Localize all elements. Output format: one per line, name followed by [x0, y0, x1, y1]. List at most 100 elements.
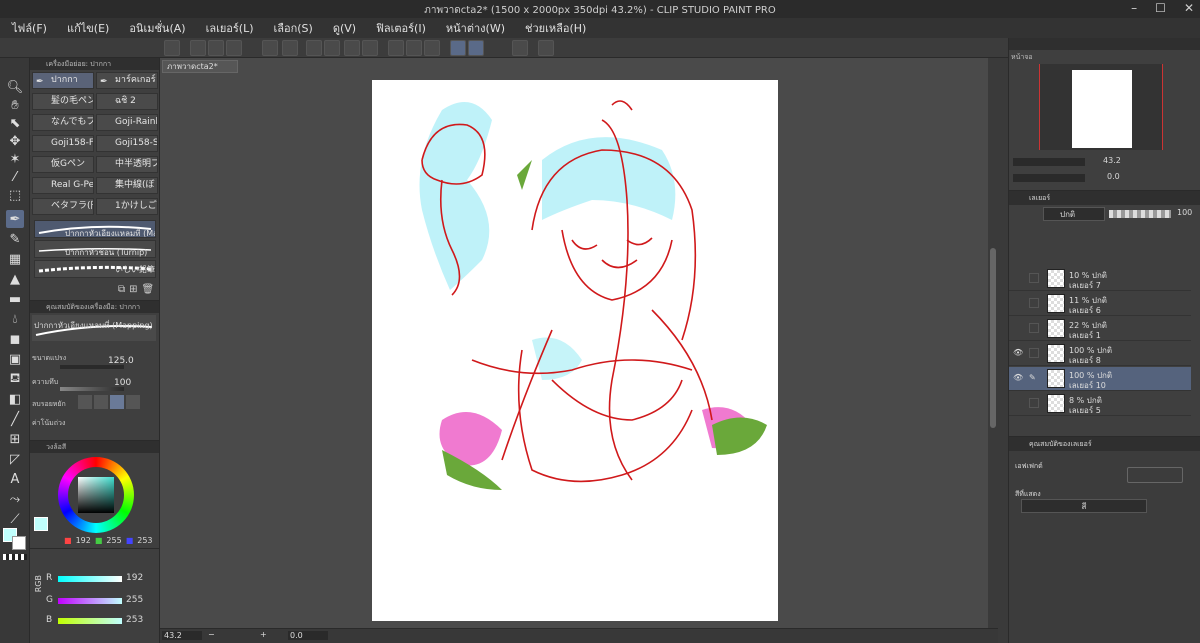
brush-item[interactable]: ฉชิ 2 — [96, 93, 158, 110]
brush-item[interactable]: Goji158-Sh — [96, 135, 158, 152]
gradient-tool-icon[interactable]: ▣ — [6, 350, 24, 368]
add-subtool-icon[interactable]: ⊞ — [129, 284, 137, 295]
fill-tool-icon[interactable]: ◼ — [6, 330, 24, 348]
zoom-out-icon[interactable]: − — [208, 630, 215, 639]
brush-item[interactable]: 1かけしごむ — [96, 198, 158, 215]
bucket-icon[interactable]: ⛾ — [6, 370, 24, 388]
stroke-item[interactable]: ปากกาหัวช้อน (Turnip) — [34, 240, 156, 258]
brush-item[interactable]: 集中線(ぼ — [96, 177, 158, 194]
brush-item[interactable]: Goji-Rainb — [96, 114, 158, 131]
display-color-select[interactable]: สี — [1021, 499, 1147, 513]
pen-tool-icon[interactable]: ✒︎ — [6, 210, 24, 228]
airbrush-icon[interactable]: ▲ — [6, 270, 24, 288]
visibility-eye-icon[interactable]: 👁︎ — [1013, 348, 1025, 358]
move-tool-icon[interactable]: ✥ — [6, 132, 24, 150]
tab-marker[interactable]: ✒ มาร์คเกอร์ — [96, 72, 158, 89]
invert-selection-icon[interactable] — [424, 40, 440, 56]
undo-icon[interactable] — [262, 40, 278, 56]
layer-property-tab[interactable]: คุณสมบัติของเลเยอร์ — [1029, 439, 1092, 450]
layer-row[interactable]: 8 % ปกติ เลเยอร์ 5 — [1009, 392, 1191, 416]
save-icon[interactable] — [226, 40, 242, 56]
new-file-icon[interactable] — [190, 40, 206, 56]
eraser-icon[interactable]: ▬ — [6, 290, 24, 308]
operation-tool-icon[interactable]: ⬉ — [6, 114, 24, 132]
scroll-thumb[interactable] — [990, 248, 996, 428]
magic-wand-icon[interactable]: ✶ — [6, 150, 24, 168]
g-slider[interactable] — [58, 598, 122, 604]
rotation-field[interactable]: 0.0 — [288, 631, 328, 640]
menu-select[interactable]: เลือก(S) — [274, 19, 313, 37]
smartphone-icon[interactable] — [512, 40, 528, 56]
layer-row[interactable]: 22 % ปกติ เลเยอร์ 1 — [1009, 317, 1191, 341]
brush-item[interactable]: 中半透明ブ — [96, 156, 158, 173]
brush-item[interactable]: Goji158-Fo — [32, 135, 94, 152]
antialias-none-icon[interactable] — [78, 395, 92, 409]
close-icon[interactable]: ✕ — [1184, 1, 1194, 15]
copy-subtool-icon[interactable]: ⧉ — [118, 284, 125, 295]
redo-icon[interactable] — [282, 40, 298, 56]
brush-item[interactable]: 仮Gペン — [32, 156, 94, 173]
menu-filter[interactable]: ฟิลเตอร์(I) — [376, 19, 426, 37]
navigator-tab[interactable]: หน้าจอ — [1011, 53, 1033, 61]
zoom-field[interactable]: 43.2 — [162, 631, 202, 640]
layer-row[interactable]: 11 % ปกติ เลเยอร์ 6 — [1009, 292, 1191, 316]
layer-row-selected[interactable]: 👁︎ ✎ 100 % ปกติ เลเยอร์ 10 — [1009, 367, 1191, 391]
antialias-medium-icon[interactable] — [110, 395, 124, 409]
frame-tool-icon[interactable]: ⊞ — [6, 430, 24, 448]
sub-color-swatch[interactable] — [12, 536, 26, 550]
hand-tool-icon[interactable]: ✋︎ — [6, 96, 24, 114]
brush-item[interactable]: 髪の毛ペン — [32, 93, 94, 110]
navigator-zoom-slider[interactable] — [1013, 158, 1085, 166]
help-icon[interactable] — [538, 40, 554, 56]
size-value[interactable]: 125.0 — [108, 356, 134, 366]
b-slider[interactable] — [58, 618, 122, 624]
delete-subtool-icon[interactable]: 🗑︎ — [142, 284, 155, 295]
menu-file[interactable]: ไฟล์(F) — [12, 19, 47, 37]
selection-tool-icon[interactable]: ⬚ — [6, 186, 24, 204]
correct-line-icon[interactable]: ⟋ — [6, 510, 24, 528]
hue-ring[interactable] — [58, 457, 134, 533]
layer-opacity-value[interactable]: 100 — [1177, 208, 1192, 217]
layer-row[interactable]: 👁︎ 100 % ปกติ เลเยอร์ 8 — [1009, 342, 1191, 366]
menu-edit[interactable]: แก้ไข(E) — [67, 19, 109, 37]
navigator-preview[interactable] — [1039, 64, 1163, 150]
stroke-item[interactable]: いしい鉛筆 — [34, 260, 156, 278]
navigator-zoom-value[interactable]: 43.2 — [1103, 156, 1121, 165]
stroke-item[interactable]: ปากกาหัวเอียงแหลมที่ (Mapping) — [34, 220, 156, 238]
brush-tool-icon[interactable]: ▦ — [6, 250, 24, 268]
layer-tab[interactable]: เลเยอร์ — [1029, 193, 1050, 204]
figure-tool-icon[interactable]: ◧ — [6, 390, 24, 408]
current-color-swatch[interactable] — [34, 517, 48, 531]
opacity-value[interactable]: 100 — [114, 378, 131, 388]
crop-icon[interactable] — [406, 40, 422, 56]
menu-help[interactable]: ช่วยเหลือ(H) — [525, 19, 586, 37]
menu-window[interactable]: หน้าต่าง(W) — [446, 19, 505, 37]
clip-studio-icon[interactable] — [164, 40, 180, 56]
transform-icon[interactable] — [362, 40, 378, 56]
visibility-eye-icon[interactable]: 👁︎ — [1013, 373, 1025, 383]
ruler-tool-icon[interactable]: ◸ — [6, 450, 24, 468]
zoom-tool-icon[interactable]: 🔍︎ — [6, 78, 24, 96]
zoom-in-icon[interactable]: + — [260, 630, 267, 639]
tab-pen[interactable]: ✒ ปากกา — [32, 72, 94, 89]
r-slider[interactable] — [58, 576, 122, 582]
line-tool-icon[interactable]: ╱ — [6, 410, 24, 428]
document-tab[interactable]: ภาพวาดcta2* — [162, 60, 238, 73]
transparent-color-swatch[interactable] — [3, 554, 27, 560]
blend-tool-icon[interactable]: 💧︎ — [6, 310, 24, 328]
brush-item[interactable]: なんでもブラ — [32, 114, 94, 131]
clear-icon[interactable] — [324, 40, 340, 56]
brush-item[interactable]: Real G-Pe — [32, 177, 94, 194]
sv-square[interactable] — [78, 477, 114, 513]
antialias-strong-icon[interactable] — [126, 395, 140, 409]
snap-special-ruler-icon[interactable] — [468, 40, 484, 56]
vertical-scrollbar[interactable] — [988, 58, 998, 628]
pencil-tool-icon[interactable]: ✎ — [6, 230, 24, 248]
snap-ruler-icon[interactable] — [450, 40, 466, 56]
antialias-weak-icon[interactable] — [94, 395, 108, 409]
layer-opacity-slider[interactable] — [1109, 210, 1171, 218]
eyedropper-icon[interactable]: ⁄ — [6, 168, 24, 186]
blend-mode-select[interactable]: ปกติ — [1043, 207, 1105, 221]
deselect-icon[interactable] — [388, 40, 404, 56]
navigator-rotation-slider[interactable] — [1013, 174, 1085, 182]
